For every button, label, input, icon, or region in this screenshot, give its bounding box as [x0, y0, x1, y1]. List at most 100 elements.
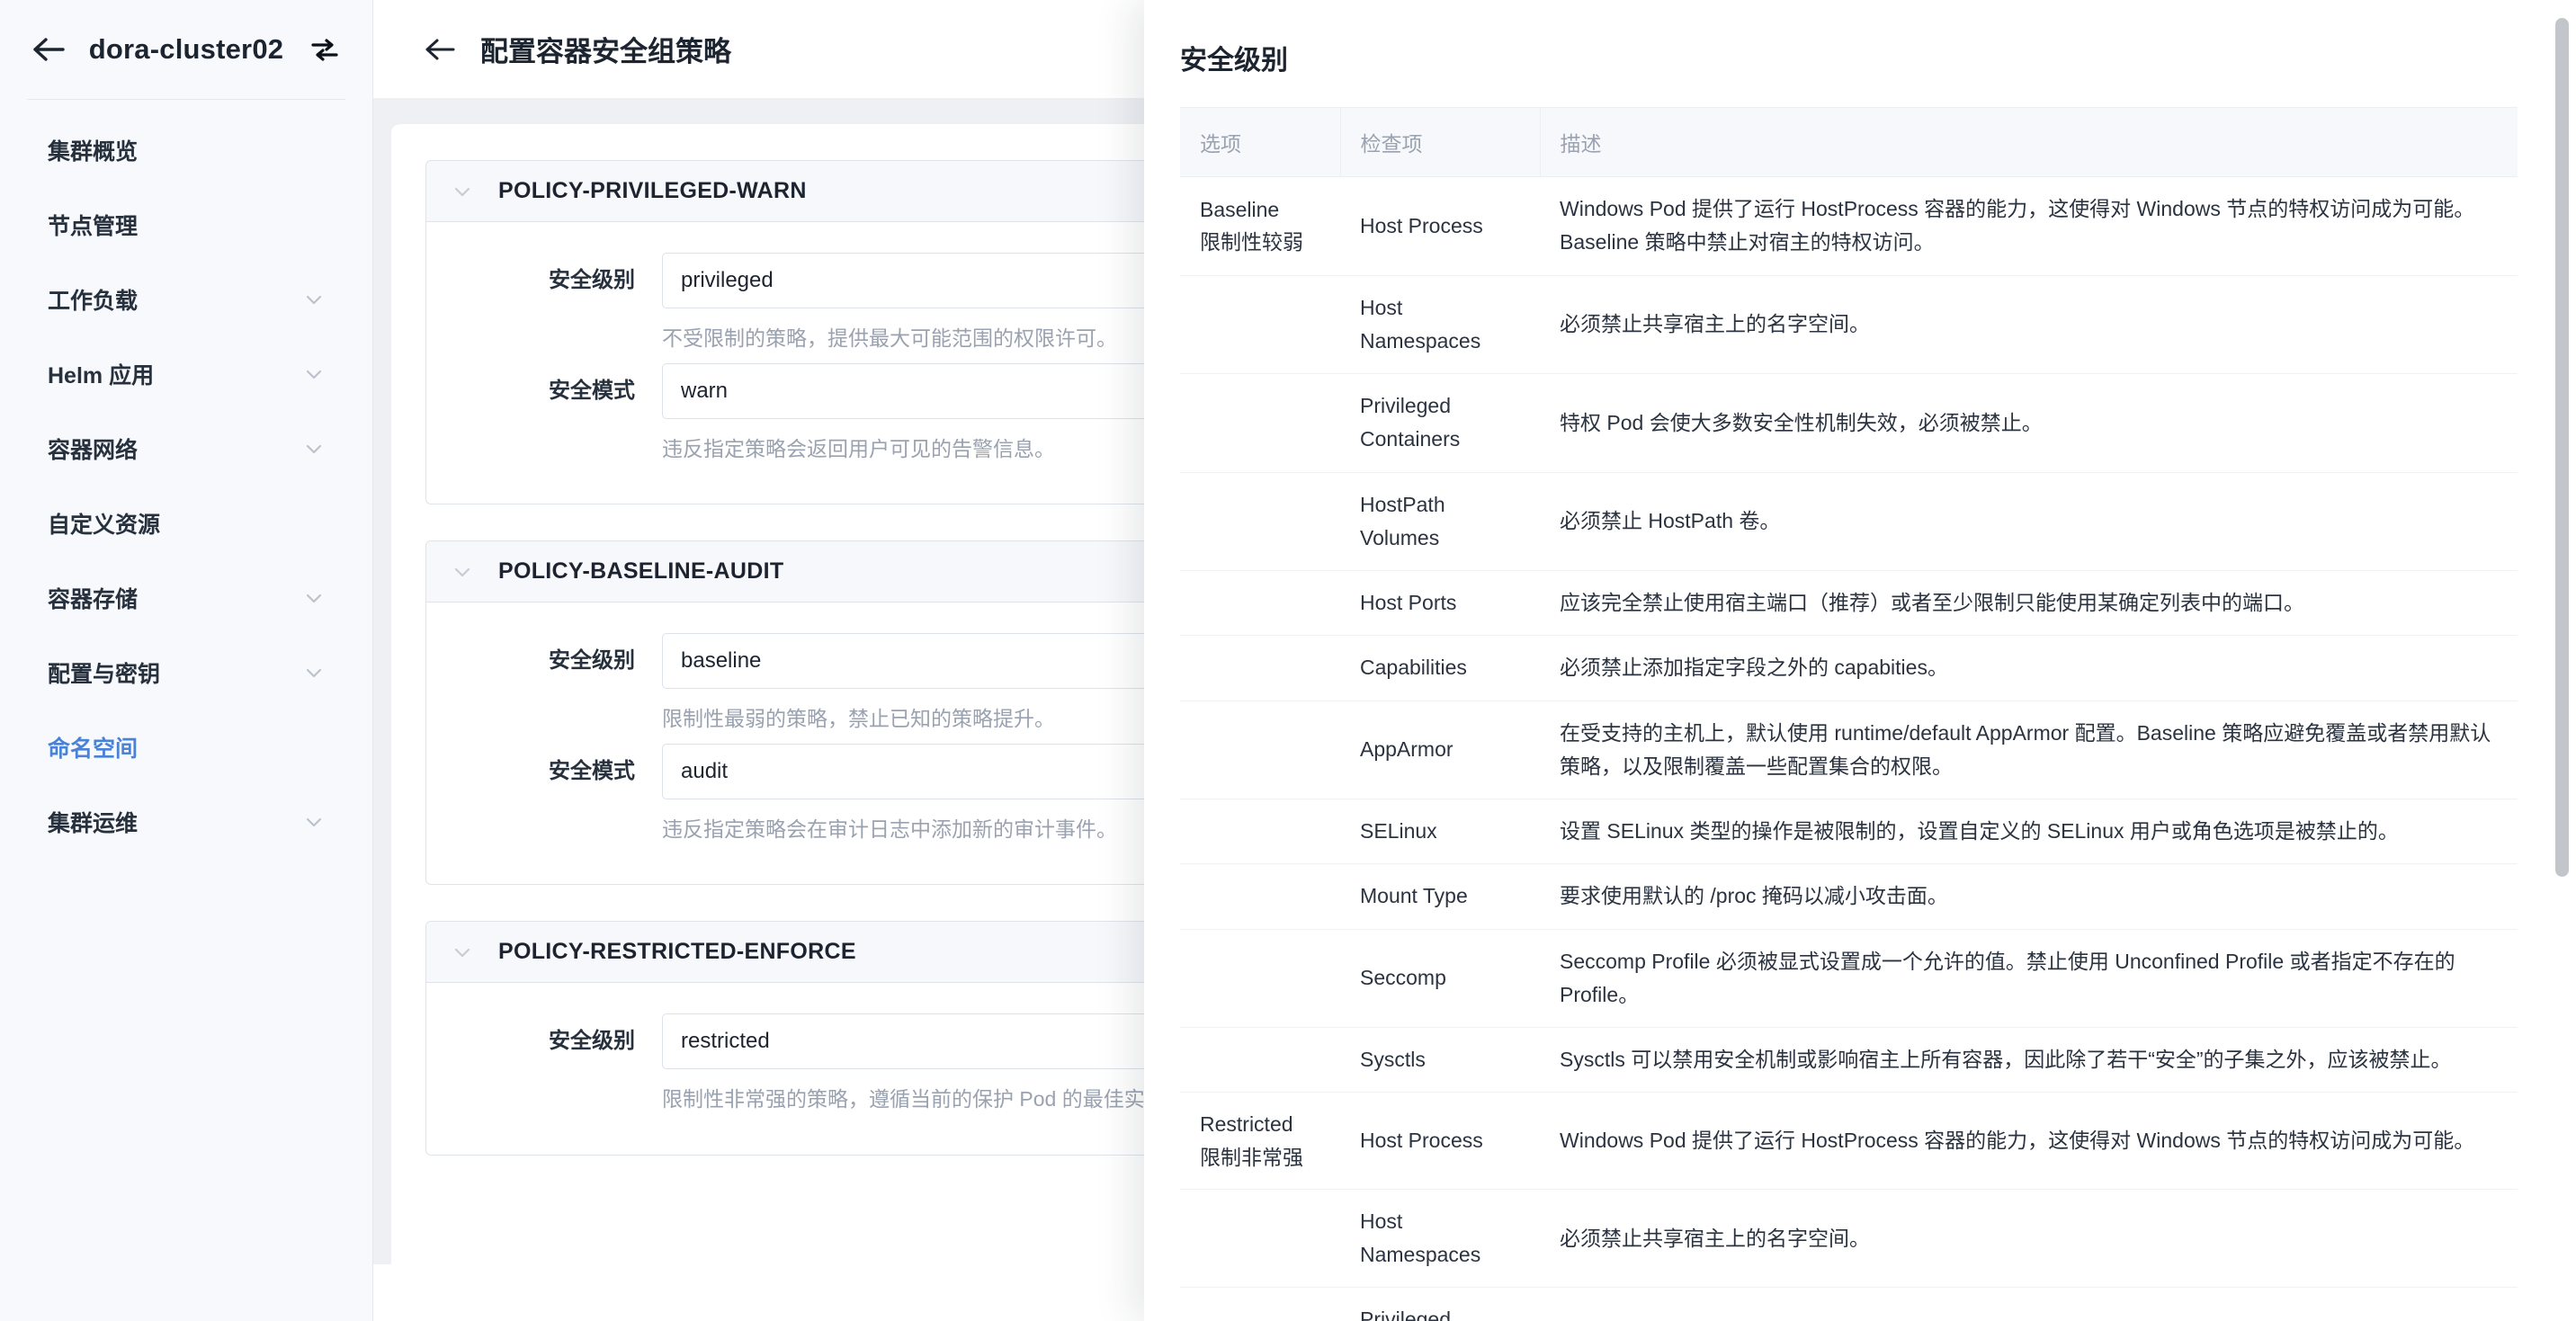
- cell-check-item: Host Namespaces: [1340, 1189, 1540, 1289]
- cell-option: [1180, 929, 1340, 1028]
- cell-check-item: Mount Type: [1340, 863, 1540, 930]
- cell-check-item: SELinux: [1340, 799, 1540, 865]
- sidebar-item-helm-apps[interactable]: Helm 应用: [0, 336, 372, 411]
- sidebar-item-cluster-overview[interactable]: 集群概览: [0, 112, 372, 187]
- cell-option: [1180, 863, 1340, 930]
- sidebar-item-label: 配置与密钥: [48, 661, 161, 687]
- table-head: 选项 检查项 描述: [1180, 107, 2518, 177]
- table-row: Host Namespaces 必须禁止共享宿主上的名字空间。: [1180, 1189, 2518, 1289]
- table-row: Host Namespaces 必须禁止共享宿主上的名字空间。: [1180, 275, 2518, 374]
- table-row: Privileged Containers特权 Pod 会使大多数安全性机制失效…: [1180, 373, 2518, 473]
- cell-option: [1180, 275, 1340, 374]
- table-row: SELinux 设置 SELinux 类型的操作是被限制的，设置自定义的 SELi…: [1180, 799, 2518, 865]
- cell-description: Seccomp Profile 必须被显式设置成一个允许的值。禁止使用 Unco…: [1540, 929, 2518, 1028]
- sidebar-item-label: 集群概览: [48, 138, 139, 165]
- chevron-down-icon: [303, 662, 325, 683]
- table-row: Sysctls Sysctls 可以禁用安全机制或影响宿主上所有容器，因此除了若干…: [1180, 1027, 2518, 1093]
- chevron-down-icon: [303, 363, 325, 385]
- table-row: Capabilities 必须禁止添加指定字段之外的 capabities。: [1180, 635, 2518, 701]
- cell-description: Windows Pod 提供了运行 HostProcess 容器的能力，这使得对…: [1540, 1092, 2518, 1190]
- table-row: Seccomp Seccomp Profile 必须被显式设置成一个允许的值。禁止…: [1180, 929, 2518, 1028]
- cell-option: [1180, 635, 1340, 701]
- cell-description: Windows Pod 提供了运行 HostProcess 容器的能力，这使得对…: [1540, 176, 2518, 276]
- cell-check-item: Host Process: [1340, 176, 1540, 276]
- cell-option: [1180, 570, 1340, 637]
- cell-check-item: Capabilities: [1340, 635, 1540, 701]
- table-row: Restricted 限制非常强 Host Process Windows Pod …: [1180, 1092, 2518, 1190]
- chevron-down-icon: [452, 181, 473, 202]
- cell-check-item: Seccomp: [1340, 929, 1540, 1028]
- table-header-row: 选项 检查项 描述: [1180, 107, 2518, 177]
- table-row: HostPath Volumes 必须禁止 HostPath 卷。: [1180, 472, 2518, 571]
- cell-description: 必须禁止添加指定字段之外的 capabities。: [1540, 635, 2518, 701]
- table-body: Baseline 限制性较弱 Host Process Windows Pod 提供…: [1180, 176, 2518, 1321]
- cell-description: 必须禁止共享宿主上的名字空间。: [1540, 275, 2518, 374]
- sidebar-item-custom-resources[interactable]: 自定义资源: [0, 486, 372, 560]
- page-back-icon[interactable]: [425, 37, 461, 62]
- sidebar-item-node-management[interactable]: 节点管理: [0, 187, 372, 262]
- sidebar-header: dora-cluster02: [0, 0, 372, 99]
- cell-option: [1180, 1189, 1340, 1289]
- cell-option: [1180, 472, 1340, 571]
- sidebar-item-namespaces[interactable]: 命名空间: [0, 710, 372, 784]
- scrollbar-track[interactable]: [2554, 9, 2569, 1312]
- main-bottom-strip: [373, 1264, 1144, 1321]
- sidebar-item-cluster-ops[interactable]: 集群运维: [0, 784, 372, 859]
- sidebar-item-label: 命名空间: [48, 736, 139, 762]
- cell-option: [1180, 701, 1340, 799]
- scrollbar-thumb[interactable]: [2555, 18, 2569, 877]
- cell-option: [1180, 1287, 1340, 1321]
- back-icon[interactable]: [32, 36, 72, 63]
- cell-check-item: Sysctls: [1340, 1027, 1540, 1093]
- table-row: AppArmor 在受支持的主机上，默认使用 runtime/default Ap…: [1180, 701, 2518, 799]
- security-level-drawer: 安全级别 选项 检查项 描述 Baseline 限制性较弱 Host Proces…: [1144, 0, 2576, 1321]
- cell-option: [1180, 373, 1340, 473]
- sidebar-item-label: 容器网络: [48, 437, 139, 463]
- sidebar-item-config-and-secrets[interactable]: 配置与密钥: [0, 635, 372, 710]
- cell-description: 必须禁止 HostPath 卷。: [1540, 472, 2518, 571]
- table-row: Privileged Containers特权 Pod 会使大多数安全性机制失效…: [1180, 1287, 2518, 1321]
- app-root: dora-cluster02 集群概览 节点管理 工作负载 Helm 应用 容器…: [0, 0, 2576, 1321]
- sidebar-item-label: 容器存储: [48, 586, 139, 612]
- drawer-title: 安全级别: [1180, 46, 1288, 76]
- sidebar-item-label: 集群运维: [48, 810, 139, 836]
- cell-check-item: Host Ports: [1340, 570, 1540, 637]
- cell-description: 在受支持的主机上，默认使用 runtime/default AppArmor 配…: [1540, 701, 2518, 799]
- cell-description: 特权 Pod 会使大多数安全性机制失效，必须被禁止。: [1540, 1287, 2518, 1321]
- sidebar-item-container-storage[interactable]: 容器存储: [0, 560, 372, 635]
- policy-card-title: POLICY-PRIVILEGED-WARN: [498, 178, 807, 203]
- table-row: Baseline 限制性较弱 Host Process Windows Pod 提供…: [1180, 176, 2518, 276]
- sidebar: dora-cluster02 集群概览 节点管理 工作负载 Helm 应用 容器…: [0, 0, 373, 1321]
- chevron-down-icon: [303, 438, 325, 460]
- field-label: 安全级别: [549, 268, 635, 292]
- cell-description: 应该完全禁止使用宿主端口（推荐）或者至少限制只能使用某确定列表中的端口。: [1540, 570, 2518, 637]
- field-label: 安全模式: [549, 758, 635, 783]
- col-header-option: 选项: [1180, 107, 1341, 177]
- cell-option: Restricted 限制非常强: [1180, 1092, 1340, 1190]
- cluster-name: dora-cluster02: [88, 33, 284, 65]
- chevron-down-icon: [452, 561, 473, 583]
- cell-check-item: AppArmor: [1340, 701, 1540, 799]
- policy-card-title: POLICY-RESTRICTED-ENFORCE: [498, 939, 856, 964]
- sidebar-item-workloads[interactable]: 工作负载: [0, 262, 372, 336]
- field-label: 安全级别: [549, 1029, 635, 1053]
- table-row: Mount Type 要求使用默认的 /proc 掩码以减小攻击面。: [1180, 863, 2518, 930]
- cell-description: Sysctls 可以禁用安全机制或影响宿主上所有容器，因此除了若干“安全”的子集…: [1540, 1027, 2518, 1093]
- sidebar-item-label: 自定义资源: [48, 512, 161, 538]
- cell-option: [1180, 799, 1340, 865]
- cell-check-item: Host Namespaces: [1340, 275, 1540, 374]
- cell-description: 设置 SELinux 类型的操作是被限制的，设置自定义的 SELinux 用户或…: [1540, 799, 2518, 865]
- chevron-down-icon: [452, 942, 473, 963]
- security-level-table: 选项 检查项 描述 Baseline 限制性较弱 Host Process Wind…: [1180, 107, 2518, 1321]
- sidebar-item-container-network[interactable]: 容器网络: [0, 411, 372, 486]
- policy-card-title: POLICY-BASELINE-AUDIT: [498, 558, 784, 584]
- sidebar-item-label: 工作负载: [48, 288, 139, 314]
- col-header-description: 描述: [1540, 107, 2518, 177]
- sidebar-nav: 集群概览 节点管理 工作负载 Helm 应用 容器网络 自定义资源 容器存储 配…: [0, 100, 372, 859]
- page-title: 配置容器安全组策略: [480, 36, 731, 67]
- table-row: Host Ports 应该完全禁止使用宿主端口（推荐）或者至少限制只能使用某确定列…: [1180, 570, 2518, 637]
- field-label: 安全级别: [549, 648, 635, 673]
- switch-arrows-icon[interactable]: [300, 36, 340, 63]
- cell-description: 要求使用默认的 /proc 掩码以减小攻击面。: [1540, 863, 2518, 930]
- cell-check-item: Privileged Containers: [1340, 1287, 1540, 1321]
